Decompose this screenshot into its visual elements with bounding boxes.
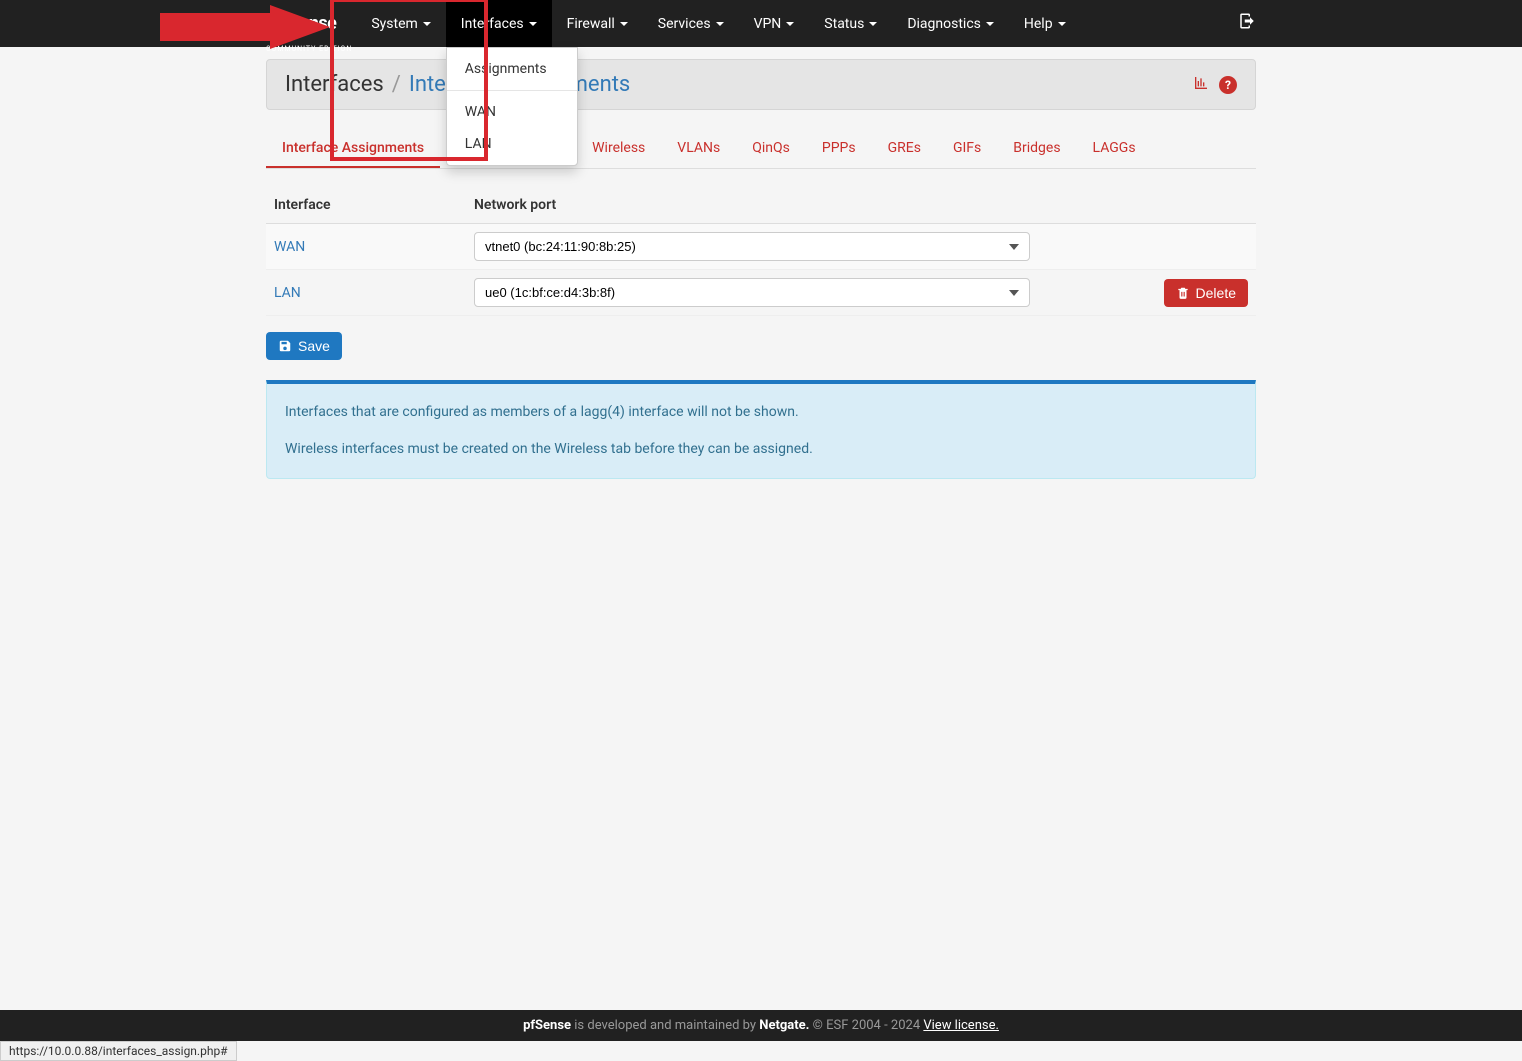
col-actions [1156, 187, 1256, 224]
caret-icon [423, 22, 431, 26]
breadcrumb-icons: ? [1193, 75, 1237, 95]
trash-icon [1176, 286, 1190, 300]
interfaces-dropdown: Assignments WAN LAN [446, 47, 578, 166]
assignments-table: Interface Network port WAN vtnet0 (bc:24… [266, 187, 1256, 316]
port-select-lan[interactable]: ue0 (1c:bf:ce:d4:3b:8f) [474, 278, 1030, 307]
footer-copyright: © ESF 2004 - 2024 [809, 1018, 923, 1033]
nav-status[interactable]: Status [809, 0, 892, 47]
tab-bridges[interactable]: Bridges [997, 130, 1076, 168]
save-button[interactable]: Save [266, 332, 342, 360]
dropdown-divider [447, 90, 577, 91]
footer-brand: pfSense [523, 1018, 571, 1033]
interface-link-wan[interactable]: WAN [274, 239, 305, 255]
help-icon[interactable]: ? [1219, 76, 1237, 94]
nav-system-label: System [371, 16, 417, 32]
caret-icon [529, 22, 537, 26]
nav-firewall[interactable]: Firewall [552, 0, 643, 47]
table-row: WAN vtnet0 (bc:24:11:90:8b:25) [266, 224, 1256, 270]
caret-icon [1058, 22, 1066, 26]
tab-qinqs[interactable]: QinQs [736, 130, 806, 168]
nav-right [1238, 12, 1256, 35]
nav-items: System Interfaces Assignments WAN LAN Fi… [356, 0, 1238, 47]
port-select-wan[interactable]: vtnet0 (bc:24:11:90:8b:25) [474, 232, 1030, 261]
tab-wireless[interactable]: Wireless [576, 130, 661, 168]
tab-vlans[interactable]: VLANs [661, 130, 736, 168]
table-row: LAN ue0 (1c:bf:ce:d4:3b:8f) Delete [266, 270, 1256, 316]
nav-help[interactable]: Help [1009, 0, 1081, 47]
nav-interfaces-label: Interfaces [461, 16, 524, 32]
tab-gifs[interactable]: GIFs [937, 130, 997, 168]
save-icon [278, 339, 292, 353]
logout-icon[interactable] [1238, 12, 1256, 35]
tab-interface-assignments[interactable]: Interface Assignments [266, 130, 440, 168]
footer-license-link[interactable]: View license. [923, 1018, 999, 1033]
footer: pfSense is developed and maintained by N… [0, 1010, 1522, 1041]
annotation-arrow [160, 5, 330, 69]
nav-status-label: Status [824, 16, 864, 32]
footer-mid: is developed and maintained by [571, 1018, 759, 1033]
nav-system[interactable]: System [356, 0, 445, 47]
dropdown-lan[interactable]: LAN [447, 128, 577, 160]
caret-icon [620, 22, 628, 26]
delete-label: Delete [1196, 285, 1236, 301]
nav-interfaces[interactable]: Interfaces Assignments WAN LAN [446, 0, 552, 47]
nav-vpn-label: VPN [754, 16, 782, 32]
nav-container: pf sense COMMUNITY EDITION System Interf… [266, 0, 1256, 47]
caret-icon [869, 22, 877, 26]
breadcrumb-separator: / [392, 72, 401, 97]
nav-services[interactable]: Services [643, 0, 739, 47]
col-port: Network port [466, 187, 1156, 224]
info-line2: Wireless interfaces must be created on t… [285, 439, 1237, 460]
caret-icon [786, 22, 794, 26]
browser-status-bar: https://10.0.0.88/interfaces_assign.php# [0, 1041, 237, 1061]
breadcrumb-root[interactable]: Interfaces [285, 72, 384, 97]
tab-ppps[interactable]: PPPs [806, 130, 872, 168]
footer-company[interactable]: Netgate. [759, 1018, 809, 1033]
nav-diagnostics-label: Diagnostics [907, 16, 981, 32]
caret-icon [986, 22, 994, 26]
breadcrumb-panel: Interfaces / Interface Assignments ? [266, 59, 1256, 110]
col-interface: Interface [266, 187, 466, 224]
chart-icon[interactable] [1193, 75, 1209, 95]
assignments-table-wrap: Interface Network port WAN vtnet0 (bc:24… [266, 187, 1256, 360]
tabs: Interface Assignments Interface Groups W… [266, 130, 1256, 169]
delete-button[interactable]: Delete [1164, 279, 1248, 307]
dropdown-assignments[interactable]: Assignments [447, 53, 577, 85]
interface-link-lan[interactable]: LAN [274, 285, 301, 301]
info-line1: Interfaces that are configured as member… [285, 402, 1237, 423]
navbar: pf sense COMMUNITY EDITION System Interf… [0, 0, 1522, 47]
nav-services-label: Services [658, 16, 711, 32]
nav-help-label: Help [1024, 16, 1053, 32]
tab-gres[interactable]: GREs [872, 130, 937, 168]
caret-icon [716, 22, 724, 26]
nav-vpn[interactable]: VPN [739, 0, 810, 47]
dropdown-wan[interactable]: WAN [447, 96, 577, 128]
save-label: Save [298, 338, 330, 354]
nav-diagnostics[interactable]: Diagnostics [892, 0, 1009, 47]
page-container: Interfaces / Interface Assignments ? Int… [266, 59, 1256, 479]
info-panel: Interfaces that are configured as member… [266, 380, 1256, 479]
tab-laggs[interactable]: LAGGs [1077, 130, 1152, 168]
nav-firewall-label: Firewall [567, 16, 615, 32]
save-row: Save [266, 332, 1256, 360]
